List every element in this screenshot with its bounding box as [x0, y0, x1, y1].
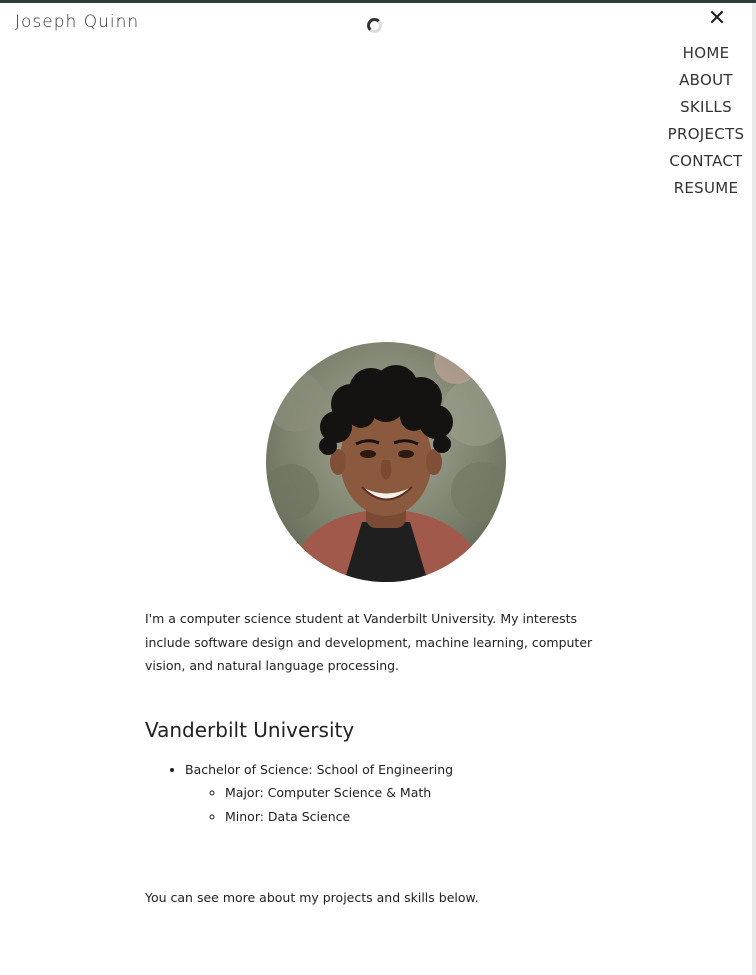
- degree-item: Bachelor of Science: School of Engineeri…: [185, 758, 615, 829]
- nav-item-contact[interactable]: CONTACT: [664, 149, 748, 176]
- about-section: I'm a computer science student at Vander…: [145, 607, 615, 909]
- site-brand-link[interactable]: Joseph Quinn: [15, 12, 139, 32]
- outro-paragraph: You can see more about my projects and s…: [145, 890, 479, 905]
- minor-item: Minor: Data Science: [225, 805, 615, 829]
- nav-item-home[interactable]: HOME: [664, 41, 748, 68]
- scrollbar-track[interactable]: [752, 3, 756, 975]
- degree-label: Bachelor of Science: School of Engineeri…: [185, 761, 454, 777]
- degree-details-list: Major: Computer Science & Math Minor: Da…: [185, 781, 615, 828]
- degree-list: Bachelor of Science: School of Engineeri…: [145, 758, 615, 829]
- nav-menu: HOME ABOUT SKILLS PROJECTS CONTACT RESUM…: [664, 41, 748, 203]
- intro-paragraph: I'm a computer science student at Vander…: [145, 611, 593, 673]
- nav-item-skills[interactable]: SKILLS: [664, 95, 748, 122]
- nav-item-resume[interactable]: RESUME: [664, 176, 748, 203]
- profile-photo: [266, 342, 506, 582]
- close-icon[interactable]: ✕: [705, 7, 729, 31]
- spinner-icon: [367, 18, 382, 33]
- school-heading: Vanderbilt University: [145, 717, 355, 742]
- nav-item-about[interactable]: ABOUT: [664, 68, 748, 95]
- top-accent-bar: [0, 0, 756, 3]
- nav-item-projects[interactable]: PROJECTS: [664, 122, 748, 149]
- major-item: Major: Computer Science & Math: [225, 781, 615, 805]
